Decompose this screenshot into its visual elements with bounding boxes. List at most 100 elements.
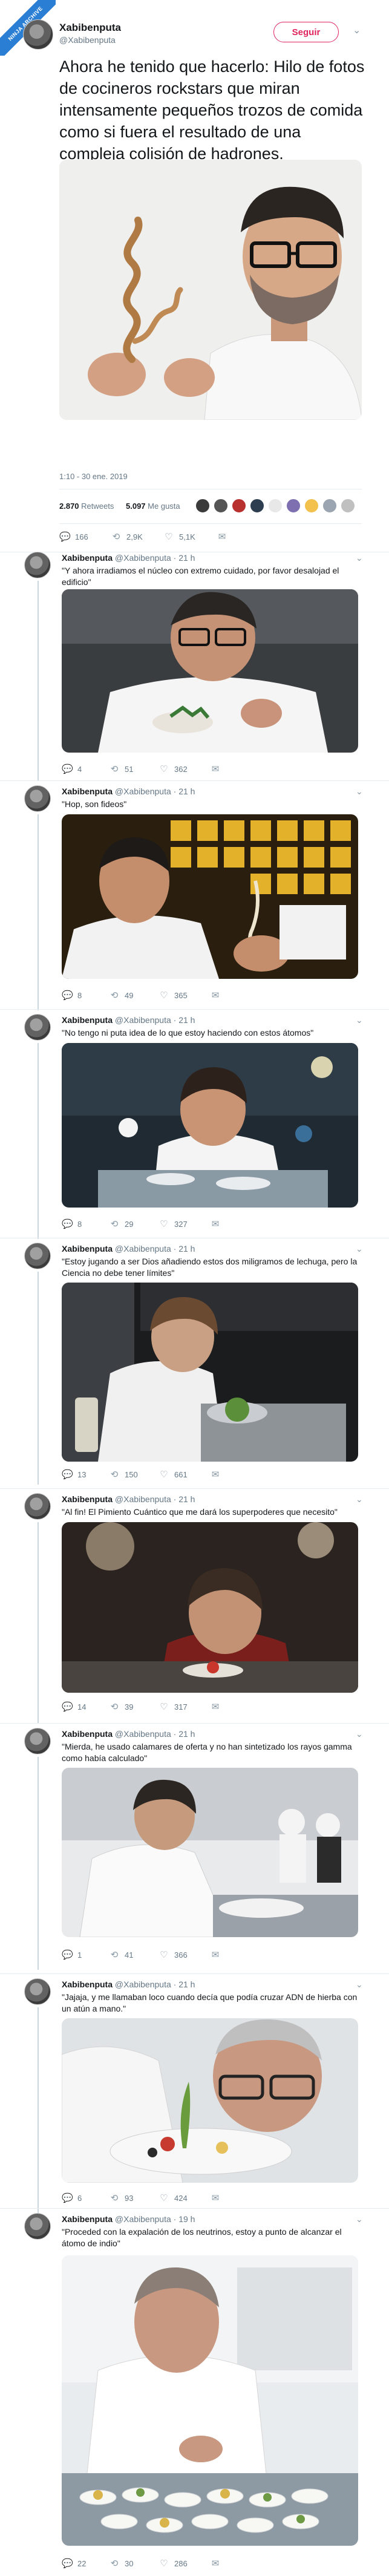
dm-action[interactable]: ✉ xyxy=(210,1701,221,1712)
reply-text: "No tengo ni puta idea de lo que estoy h… xyxy=(62,1028,314,1038)
reply-header[interactable]: Xabibenputa @Xabibenputa · 21 h xyxy=(62,553,195,563)
reply-header[interactable]: Xabibenputa @Xabibenputa · 21 h xyxy=(62,1979,195,1989)
chevron-down-icon[interactable]: ⌄ xyxy=(356,1979,363,1990)
dm-action[interactable]: ✉ xyxy=(217,531,227,542)
avatar[interactable] xyxy=(24,1978,51,2005)
retweet-action[interactable]: ⟲ 150 xyxy=(109,1469,138,1480)
author-handle: @Xabibenputa xyxy=(114,1729,171,1739)
avatar[interactable] xyxy=(24,1243,51,1269)
liker-avatar[interactable] xyxy=(340,498,356,514)
heart-icon: ♡ xyxy=(160,2558,168,2569)
liker-avatar[interactable] xyxy=(267,498,283,514)
like-action[interactable]: ♡ 327 xyxy=(159,1218,187,1229)
retweets-label: Retweets xyxy=(81,502,114,511)
author-handle: @Xabibenputa xyxy=(114,1979,171,1989)
reply-action[interactable]: 💬 8 xyxy=(62,1218,82,1229)
author-handle[interactable]: @Xabibenputa xyxy=(59,35,116,45)
reply-photo[interactable] xyxy=(62,1283,358,1462)
reply-action[interactable]: 💬 8 xyxy=(62,990,82,1001)
envelope-icon: ✉ xyxy=(211,1469,220,1480)
chevron-down-icon[interactable]: ⌄ xyxy=(356,2214,363,2225)
like-action[interactable]: ♡ 366 xyxy=(159,1949,187,1960)
dm-action[interactable]: ✉ xyxy=(210,763,221,774)
likes-stat[interactable]: 5.097 Me gusta xyxy=(126,502,180,511)
reply-photo[interactable] xyxy=(62,814,358,979)
tweet-photo[interactable] xyxy=(59,160,362,420)
dm-action[interactable]: ✉ xyxy=(210,2558,221,2569)
liker-avatar[interactable] xyxy=(286,498,301,514)
like-action[interactable]: ♡ 661 xyxy=(159,1469,187,1480)
dm-action[interactable]: ✉ xyxy=(210,1218,221,1229)
thread-line xyxy=(38,581,39,780)
reply-header[interactable]: Xabibenputa @Xabibenputa · 21 h xyxy=(62,1244,195,1254)
chevron-down-icon[interactable]: ⌄ xyxy=(356,1494,363,1505)
retweet-action[interactable]: ⟲ 2,9K xyxy=(111,531,143,542)
liker-avatar[interactable] xyxy=(249,498,265,514)
reply-header[interactable]: Xabibenputa @Xabibenputa · 19 h xyxy=(62,2214,195,2224)
retweet-action[interactable]: ⟲ 30 xyxy=(109,2558,134,2569)
retweet-action[interactable]: ⟲ 51 xyxy=(109,763,134,774)
avatar[interactable] xyxy=(24,1014,51,1041)
liker-avatar[interactable] xyxy=(304,498,319,514)
dm-action[interactable]: ✉ xyxy=(210,1469,221,1480)
avatar[interactable] xyxy=(24,1493,51,1520)
retweet-action[interactable]: ⟲ 49 xyxy=(109,990,134,1001)
author-name[interactable]: Xabibenputa xyxy=(59,22,121,34)
retweet-count: 150 xyxy=(125,1469,138,1479)
like-action[interactable]: ♡ 5,1K xyxy=(163,531,195,542)
reply-action[interactable]: 💬 13 xyxy=(62,1469,86,1480)
like-action[interactable]: ♡ 286 xyxy=(159,2558,187,2569)
dm-action[interactable]: ✉ xyxy=(210,990,221,1001)
reply-tweet: Xabibenputa @Xabibenputa · 21 h ⌄ "Hop, … xyxy=(0,785,389,1010)
reply-photo[interactable] xyxy=(62,1043,358,1208)
like-action[interactable]: ♡ 317 xyxy=(159,1701,187,1712)
reply-header[interactable]: Xabibenputa @Xabibenputa · 21 h xyxy=(62,786,195,796)
tweet-actions: 💬 166 ⟲ 2,9K ♡ 5,1K ✉ xyxy=(59,531,362,546)
chevron-down-icon[interactable]: ⌄ xyxy=(356,1244,363,1254)
liker-avatar[interactable] xyxy=(195,498,211,514)
retweet-action[interactable]: ⟲ 39 xyxy=(109,1701,134,1712)
reply-header[interactable]: Xabibenputa @Xabibenputa · 21 h xyxy=(62,1015,195,1025)
like-action[interactable]: ♡ 362 xyxy=(159,763,187,774)
chevron-down-icon[interactable]: ⌄ xyxy=(356,786,363,797)
retweet-action[interactable]: ⟲ 29 xyxy=(109,1218,134,1229)
reply-header[interactable]: Xabibenputa @Xabibenputa · 21 h xyxy=(62,1494,195,1504)
reply-tweet: Xabibenputa @Xabibenputa · 21 h ⌄ "Mierd… xyxy=(0,1728,389,1970)
liker-avatar[interactable] xyxy=(213,498,229,514)
chevron-down-icon[interactable]: ⌄ xyxy=(353,24,361,36)
chevron-down-icon[interactable]: ⌄ xyxy=(356,553,363,563)
reply-action[interactable]: 💬 14 xyxy=(62,1701,86,1712)
reply-photo[interactable] xyxy=(62,1522,358,1693)
reply-photo[interactable] xyxy=(62,2255,358,2546)
reply-photo[interactable] xyxy=(62,589,358,753)
reply-time: · 19 h xyxy=(173,2214,195,2224)
dm-action[interactable]: ✉ xyxy=(210,2192,221,2203)
avatar[interactable] xyxy=(24,785,51,812)
heart-icon: ♡ xyxy=(160,1469,168,1480)
chevron-down-icon[interactable]: ⌄ xyxy=(356,1015,363,1025)
liker-avatar[interactable] xyxy=(231,498,247,514)
like-action[interactable]: ♡ 424 xyxy=(159,2192,187,2203)
retweet-action[interactable]: ⟲ 93 xyxy=(109,2192,134,2203)
retweet-action[interactable]: ⟲ 41 xyxy=(109,1949,134,1960)
reply-icon: 💬 xyxy=(62,764,73,774)
follow-button[interactable]: Seguir xyxy=(273,22,339,42)
reply-photo[interactable] xyxy=(62,2018,358,2183)
avatar[interactable] xyxy=(24,552,51,578)
reply-action[interactable]: 💬 166 xyxy=(59,531,88,542)
avatar[interactable] xyxy=(23,19,53,50)
reply-action[interactable]: 💬 1 xyxy=(62,1949,82,1960)
avatar[interactable] xyxy=(24,2213,51,2240)
liker-avatar[interactable] xyxy=(322,498,338,514)
dm-action[interactable]: ✉ xyxy=(210,1949,221,1960)
chevron-down-icon[interactable]: ⌄ xyxy=(356,1729,363,1739)
retweets-stat[interactable]: 2.870 Retweets xyxy=(59,502,114,511)
avatar[interactable] xyxy=(24,1728,51,1754)
reply-header[interactable]: Xabibenputa @Xabibenputa · 21 h xyxy=(62,1729,195,1739)
reply-photo[interactable] xyxy=(62,1768,358,1937)
tweet-timestamp[interactable]: 1:10 - 30 ene. 2019 xyxy=(59,472,128,481)
reply-action[interactable]: 💬 4 xyxy=(62,763,82,774)
reply-action[interactable]: 💬 22 xyxy=(62,2558,86,2569)
reply-action[interactable]: 💬 6 xyxy=(62,2192,82,2203)
like-action[interactable]: ♡ 365 xyxy=(159,990,187,1001)
